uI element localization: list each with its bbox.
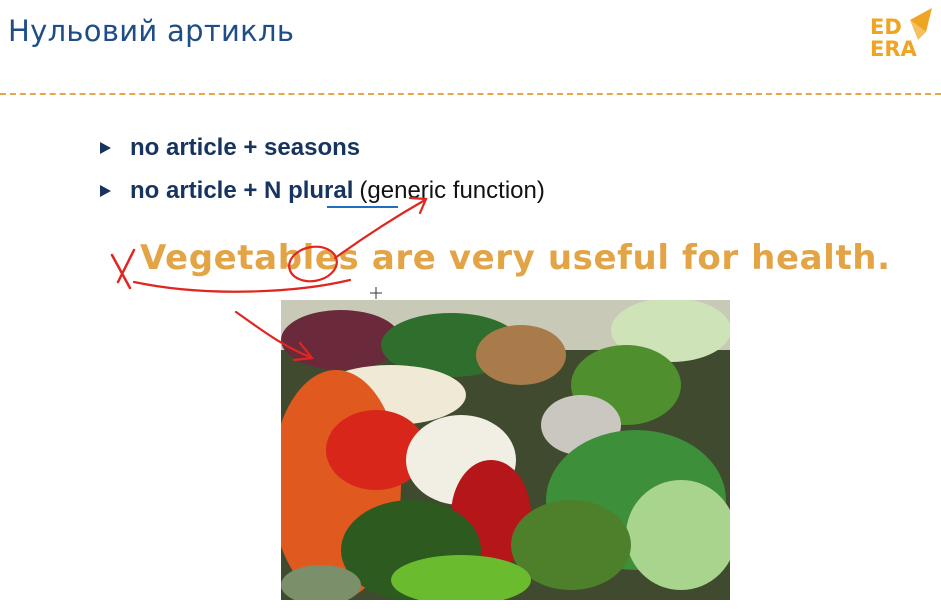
underline-stroke xyxy=(132,278,352,293)
edera-logo: ED ERA xyxy=(866,8,936,64)
bullet-text: no article + N xyxy=(130,177,282,204)
bullet-note: (generic function) xyxy=(359,177,545,204)
paper-plane-icon xyxy=(910,8,932,40)
bullet-item-plural: no article + N plural (generic function) xyxy=(100,174,545,217)
logo-text-line2: ERA xyxy=(870,37,917,61)
title-divider xyxy=(0,93,941,95)
example-sentence: Vegetables are very useful for health. xyxy=(140,238,891,278)
slide-title: Нульовий артикль xyxy=(8,14,295,48)
logo-text-line1: ED xyxy=(870,15,902,39)
bullet-marker-icon xyxy=(100,185,111,197)
bullet-list: no article + seasons no article + N plur… xyxy=(100,131,545,217)
bullet-term-plural: plural xyxy=(288,177,354,204)
bullet-item-seasons: no article + seasons xyxy=(100,131,545,174)
bullet-text: no article + seasons xyxy=(130,134,361,161)
bullet-marker-icon xyxy=(100,142,111,154)
strike-x-mark xyxy=(110,248,136,290)
vegetables-market-photo xyxy=(281,300,730,600)
cursor-crosshair-icon xyxy=(370,287,382,299)
